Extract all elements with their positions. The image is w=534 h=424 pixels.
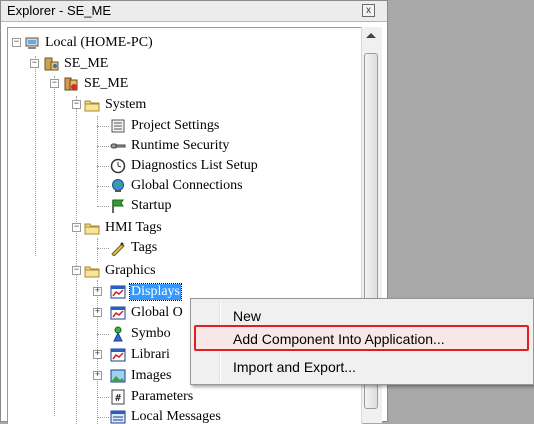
globe-icon: [112, 179, 124, 192]
tree-item-startup[interactable]: Startup: [110, 196, 172, 216]
tree-connector: [97, 186, 109, 187]
tree-item-graphics[interactable]: Graphics: [84, 261, 157, 281]
tree-label: Images: [131, 368, 172, 383]
window-title: Explorer - SE_ME: [7, 3, 112, 18]
tree-guide-line: [54, 76, 55, 416]
tree-guide-line: [97, 238, 98, 262]
parameters-icon: #: [111, 389, 125, 405]
tree-label: Global O: [131, 305, 183, 320]
folder-icon: [84, 100, 100, 112]
tree-item-parameters[interactable]: # Parameters: [110, 387, 194, 407]
tree-item-images[interactable]: Images: [110, 366, 172, 386]
tree-label: Runtime Security: [131, 138, 230, 153]
tree-label: Startup: [131, 198, 172, 213]
tree-label: Local (HOME-PC): [45, 35, 153, 50]
tree-label: Diagnostics List Setup: [131, 158, 258, 173]
scroll-up-arrow-icon[interactable]: [366, 33, 376, 38]
collapse-toggle-server[interactable]: −: [30, 59, 39, 68]
tree-label: Symbo: [131, 326, 171, 341]
flag-icon: [112, 199, 124, 213]
tree-item-server[interactable]: SE_ME: [43, 54, 109, 74]
key-icon: [110, 143, 126, 149]
tree-label: Global Connections: [131, 178, 243, 193]
tree-connector: [97, 248, 109, 249]
collapse-toggle-root[interactable]: −: [12, 38, 21, 47]
expand-toggle-images[interactable]: +: [93, 371, 102, 380]
image-icon: [110, 369, 126, 383]
tree-connector: [97, 126, 109, 127]
tree-connector: [97, 146, 109, 147]
tree-label: System: [105, 97, 147, 112]
tree-label: Librari: [131, 347, 170, 362]
menu-item-new[interactable]: New: [233, 308, 261, 324]
expand-toggle-displays[interactable]: +: [93, 287, 102, 296]
tree-label: SE_ME: [64, 56, 109, 71]
computer-icon: [25, 37, 39, 49]
tree-item-hmi-tags[interactable]: HMI Tags: [84, 218, 163, 238]
display-icon: [110, 348, 126, 362]
context-menu: New Add Component Into Application... Im…: [190, 298, 534, 385]
tree-connector: [97, 417, 109, 418]
display-icon: [110, 306, 126, 320]
tree-guide-line: [97, 116, 98, 202]
expand-toggle-libraries[interactable]: +: [93, 350, 102, 359]
tree-guide-line: [35, 56, 36, 256]
tree-label: Tags: [131, 240, 158, 255]
tree-connector: [97, 206, 109, 207]
tree-label: HMI Tags: [105, 220, 162, 235]
tree-connector: [97, 397, 109, 398]
tree-item-project-settings[interactable]: Project Settings: [110, 116, 220, 136]
svg-text:#: #: [115, 393, 121, 404]
tree-item-tags[interactable]: Tags: [110, 238, 158, 258]
tag-icon: [111, 242, 125, 256]
tree-label: Graphics: [105, 263, 156, 278]
tree-item-local-messages[interactable]: Local Messages: [110, 407, 222, 424]
tree-item-libraries[interactable]: Librari: [110, 345, 171, 365]
folder-icon: [84, 223, 100, 235]
tree-item-runtime-security[interactable]: Runtime Security: [110, 136, 230, 156]
symbol-icon: [113, 326, 123, 342]
expand-toggle-global-objects[interactable]: +: [93, 308, 102, 317]
collapse-toggle-system[interactable]: −: [72, 100, 81, 109]
tree-label: SE_ME: [84, 76, 129, 91]
tree-item-global-connections[interactable]: Global Connections: [110, 176, 244, 196]
collapse-toggle-application[interactable]: −: [50, 79, 59, 88]
application-icon: [64, 77, 78, 91]
collapse-toggle-graphics[interactable]: −: [72, 266, 81, 275]
tree-item-symbol-factory[interactable]: Symbo: [110, 324, 172, 344]
server-icon: [44, 57, 59, 71]
settings-icon: [111, 119, 125, 133]
menu-item-import-export[interactable]: Import and Export...: [233, 359, 356, 375]
menu-item-add-component[interactable]: Add Component Into Application...: [233, 331, 445, 347]
tree-item-diagnostics[interactable]: Diagnostics List Setup: [110, 156, 259, 176]
tree-label: Project Settings: [131, 118, 220, 133]
tree-label: Displays: [129, 283, 182, 301]
tree-item-root[interactable]: Local (HOME-PC): [24, 33, 154, 53]
tree-connector: [97, 334, 109, 335]
tree-label: Parameters: [131, 389, 194, 404]
tree-item-global-objects[interactable]: Global O: [110, 303, 184, 323]
close-button[interactable]: x: [362, 4, 375, 17]
display-icon: [110, 285, 126, 299]
tree-connector: [97, 166, 109, 167]
tree-guide-line: [76, 96, 77, 424]
tree-item-displays[interactable]: Displays: [110, 282, 182, 302]
title-bar: Explorer - SE_ME x: [1, 1, 387, 22]
collapse-toggle-hmi-tags[interactable]: −: [72, 223, 81, 232]
folder-icon: [84, 266, 100, 278]
tree-item-application[interactable]: SE_ME: [63, 74, 129, 94]
tree-item-system[interactable]: System: [84, 95, 147, 115]
clock-icon: [110, 158, 126, 174]
